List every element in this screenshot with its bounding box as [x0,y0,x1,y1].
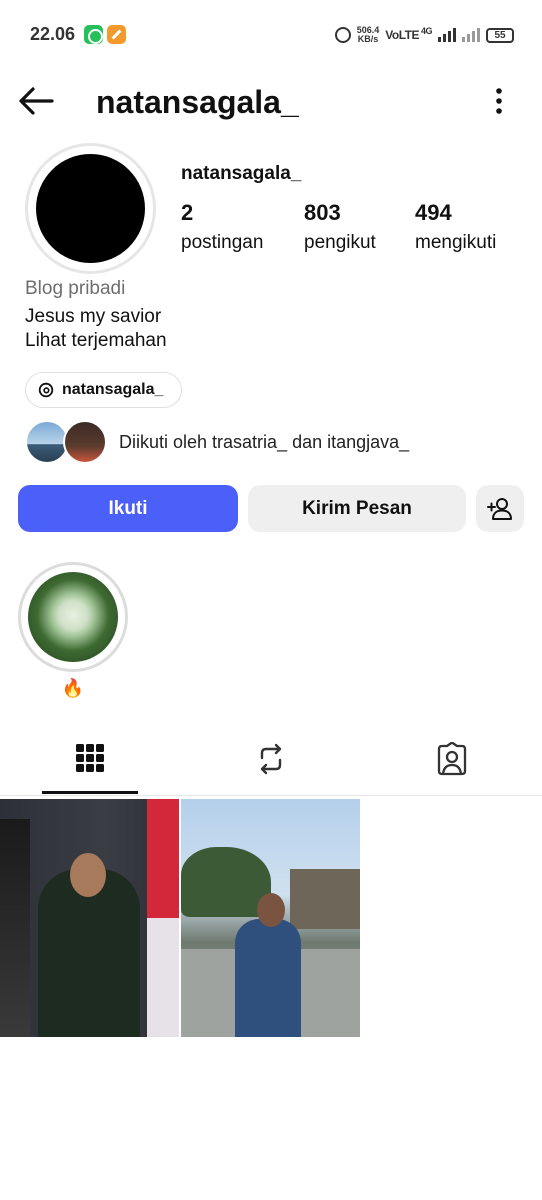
see-translation-link[interactable]: Lihat terjemahan [25,330,167,352]
tab-tagged[interactable] [362,730,542,796]
following-label: mengikuti [415,232,497,253]
whatsapp-notification-icon [84,25,103,44]
threads-link-button[interactable]: natansagala_ [25,372,183,408]
avatar-ring[interactable] [25,143,156,274]
post-thumbnail[interactable] [181,799,360,1037]
profile-bio: Jesus my savior [25,306,162,327]
profile-header: natansagala_ [0,78,542,124]
highlight-label: 🔥 [61,678,85,698]
tab-reposts[interactable] [181,730,361,796]
post-image-element [147,799,179,1037]
avatar[interactable] [36,154,145,263]
posts-count: 2 [181,200,194,225]
signal-strength-secondary-icon [462,28,480,42]
post-image-element [235,919,301,1037]
highlight-ring [18,562,128,672]
network-type: 4G [420,26,433,36]
battery-icon: 55 [486,27,514,43]
threads-handle: natansagala_ [62,381,164,398]
status-bar: 22.06 506.4 KB/s VoLTE 4G 55 [0,0,542,70]
stat-followers[interactable]: 803 pengikut [304,200,376,254]
volte-indicator: VoLTE [385,28,419,42]
back-arrow-icon[interactable] [18,86,54,116]
mutual-followers[interactable]: Diikuti oleh trasatria_ dan itangjava_ [25,420,525,466]
status-indicators: 506.4 KB/s VoLTE 4G 55 [334,24,514,46]
mutual-follower-avatar [63,420,107,464]
post-image-element [0,819,30,1037]
post-image-element [70,853,106,897]
signal-strength-icon [438,28,456,42]
tab-posts-grid[interactable] [0,730,180,796]
tagged-person-icon [437,742,467,776]
posts-label: postingan [181,232,264,253]
active-tab-indicator [42,791,138,794]
post-image-element [290,869,360,929]
threads-icon [38,382,54,398]
story-highlight[interactable]: 🔥 [18,562,128,702]
repost-icon [260,743,282,775]
more-options-icon[interactable] [494,87,504,115]
followers-count: 803 [304,200,341,225]
profile-tabs [0,730,542,796]
post-thumbnail[interactable] [0,799,179,1037]
follow-button[interactable]: Ikuti [18,485,238,532]
following-count: 494 [415,200,452,225]
followers-label: pengikut [304,232,376,253]
add-user-icon [487,497,512,520]
message-button[interactable]: Kirim Pesan [248,485,466,532]
display-name: natansagala_ [181,163,302,184]
status-time: 22.06 [30,24,76,44]
header-username: natansagala_ [96,84,299,120]
stat-following[interactable]: 494 mengikuti [415,200,496,254]
followed-by-text: Diikuti oleh trasatria_ dan itangjava_ [119,432,410,452]
post-image-element [257,893,285,927]
grid-icon [76,744,104,772]
alarm-icon [334,27,351,43]
network-speed: 506.4 KB/s [356,25,380,44]
profile-category: Blog pribadi [25,278,126,299]
app-notification-icon [107,25,126,44]
highlight-cover-image [28,572,118,662]
suggest-users-button[interactable] [476,485,524,532]
stat-posts[interactable]: 2 postingan [181,200,263,254]
